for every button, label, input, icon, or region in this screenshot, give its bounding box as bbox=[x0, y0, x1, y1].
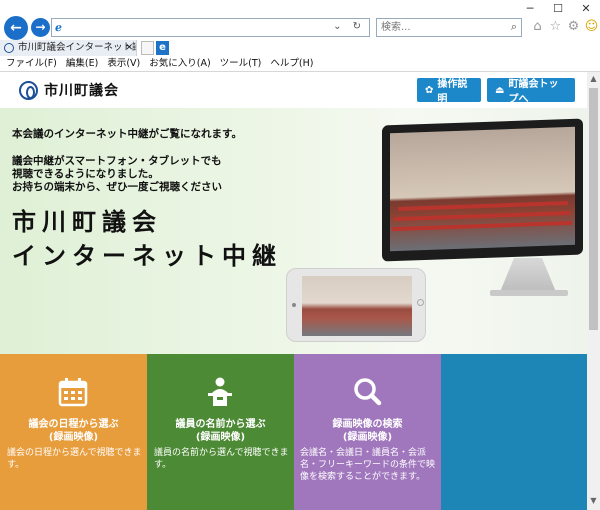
help-button-label: 操作説明 bbox=[437, 79, 468, 105]
menu-view[interactable]: 表示(V) bbox=[107, 57, 140, 71]
smiley-feedback-icon[interactable]: ☺ bbox=[584, 18, 599, 35]
tile-by-member[interactable]: 議員の名前から選ぶ (録画映像) 議員の名前から選んで視聴できます。 bbox=[147, 354, 294, 510]
tile-title: 議会の日程から選ぶ (録画映像) bbox=[0, 418, 147, 444]
scroll-thumb[interactable] bbox=[589, 88, 598, 330]
tile-title: 議員の名前から選ぶ (録画映像) bbox=[147, 418, 294, 444]
council-top-label: 町議会トップへ bbox=[508, 79, 559, 105]
tile-title: 録画映像の検索 (録画映像) bbox=[294, 418, 441, 444]
browser-toolbar-icons: ⌂ ☆ ⚙ ☺ bbox=[530, 18, 599, 35]
tile-by-schedule[interactable]: 議会の日程から選ぶ (録画映像) 議会の日程から選んで視聴できます。 bbox=[0, 354, 147, 510]
address-tools[interactable]: ⌄ ↻ bbox=[333, 21, 365, 32]
monitor-stand bbox=[500, 258, 556, 292]
favorites-star-icon[interactable]: ☆ bbox=[548, 18, 563, 35]
search-input[interactable] bbox=[377, 19, 487, 36]
tile-blank[interactable] bbox=[441, 354, 587, 510]
tile-description: 会議名・会議日・議員名・会派名・フリーキーワードの条件で映像を検索することができ… bbox=[300, 448, 436, 482]
seat-row bbox=[392, 220, 572, 232]
tile-title-line: 議員の名前から選ぶ bbox=[175, 419, 266, 430]
home-icon[interactable]: ⌂ bbox=[530, 18, 545, 35]
tile-search-video[interactable]: 録画映像の検索 (録画映像) 会議名・会議日・議員名・会派名・フリーキーワードの… bbox=[294, 354, 441, 510]
search-box[interactable]: ⌕ bbox=[376, 18, 522, 37]
arrow-left-icon: ← bbox=[10, 20, 22, 36]
ie-logo-icon[interactable]: e bbox=[156, 41, 169, 55]
hero-title-line: インターネット中継 bbox=[12, 242, 282, 270]
assembly-hall-image bbox=[390, 126, 575, 252]
hero-sub-line: 視聴できるようになりました。 bbox=[12, 168, 159, 180]
arrow-right-icon: → bbox=[35, 20, 46, 34]
tile-title-line: 録画映像の検索 bbox=[332, 419, 403, 430]
site-logo[interactable]: 市川町議会 bbox=[19, 80, 119, 100]
menu-file[interactable]: ファイル(F) bbox=[6, 57, 57, 71]
tile-description: 議員の名前から選んで視聴できます。 bbox=[154, 448, 289, 470]
menu-edit[interactable]: 編集(E) bbox=[66, 57, 98, 71]
back-button[interactable]: ← bbox=[4, 16, 28, 40]
phone-camera bbox=[292, 303, 296, 307]
menu-bar: ファイル(F) 編集(E) 表示(V) お気に入り(A) ツール(T) ヘルプ(… bbox=[0, 57, 600, 71]
site-favicon-icon bbox=[4, 43, 14, 53]
tile-title-line: (録画映像) bbox=[48, 432, 99, 443]
hero-sub-text: 議会中継がスマートフォン・タブレットでも 視聴できるようになりました。 お持ちの… bbox=[12, 155, 332, 194]
close-button[interactable]: ✕ bbox=[572, 0, 600, 18]
scroll-up-arrow-icon[interactable]: ▲ bbox=[587, 74, 600, 86]
menu-help[interactable]: ヘルプ(H) bbox=[270, 57, 313, 71]
tile-description: 議会の日程から選んで視聴できます。 bbox=[7, 448, 142, 470]
scroll-down-arrow-icon[interactable]: ▼ bbox=[587, 496, 600, 508]
site-header: 市川町議会 ✿ 操作説明 ⏏ 町議会トップへ bbox=[0, 72, 587, 108]
phone-hall-image bbox=[302, 276, 412, 336]
settings-gear-icon[interactable]: ⚙ bbox=[566, 18, 581, 35]
navigation-tiles: 議会の日程から選ぶ (録画映像) 議会の日程から選んで視聴できます。 議員の名前… bbox=[0, 354, 587, 510]
hero-title: 市川町議会 インターネット中継 bbox=[12, 205, 282, 273]
town-emblem-icon bbox=[19, 80, 38, 100]
hero-title-line: 市川町議会 bbox=[12, 208, 162, 236]
tab-title: 市川町議会インターネット議会... bbox=[18, 42, 136, 53]
maximize-button[interactable]: ☐ bbox=[544, 0, 572, 18]
seat-row bbox=[394, 210, 570, 222]
menu-favorites[interactable]: お気に入り(A) bbox=[149, 57, 210, 71]
browser-chrome: ─ ☐ ✕ ← → ℯ ⌄ ↻ ⌕ ⌂ ☆ ⚙ ☺ 市川町議会インターネット議会… bbox=[0, 0, 600, 72]
tab-bar: 市川町議会インターネット議会... ✕ e bbox=[0, 40, 600, 56]
tab-close-icon[interactable]: ✕ bbox=[125, 40, 133, 56]
window-controls: ─ ☐ ✕ bbox=[516, 0, 600, 18]
search-icon bbox=[354, 378, 382, 406]
council-top-button[interactable]: ⏏ 町議会トップへ bbox=[487, 78, 575, 105]
forward-button[interactable]: → bbox=[31, 18, 50, 37]
building-icon: ⏏ bbox=[495, 84, 505, 96]
new-tab-button[interactable] bbox=[141, 41, 154, 55]
help-button[interactable]: ✿ 操作説明 bbox=[417, 78, 481, 105]
phone-illustration bbox=[286, 268, 426, 342]
search-icon[interactable]: ⌕ bbox=[511, 20, 517, 34]
gear-icon: ✿ bbox=[425, 84, 434, 96]
tile-title-line: (録画映像) bbox=[342, 432, 393, 443]
phone-home-button bbox=[417, 299, 424, 306]
hero-sub-line: お持ちの端末から、ぜひ一度ご視聴ください bbox=[12, 181, 222, 193]
monitor-base bbox=[490, 290, 568, 296]
calendar-icon bbox=[58, 378, 88, 407]
ie-page-icon: ℯ bbox=[55, 21, 62, 34]
web-page: 市川町議会 ✿ 操作説明 ⏏ 町議会トップへ 本会議のインターネット中継がご覧に… bbox=[0, 72, 587, 510]
menu-tools[interactable]: ツール(T) bbox=[220, 57, 262, 71]
monitor-frame bbox=[382, 118, 583, 262]
speaker-podium-icon bbox=[208, 377, 232, 406]
tile-title-line: 議会の日程から選ぶ bbox=[28, 419, 119, 430]
site-name: 市川町議会 bbox=[44, 83, 119, 99]
hero-lead-text: 本会議のインターネット中継がご覧になれます。 bbox=[12, 128, 242, 140]
address-bar[interactable]: ℯ ⌄ ↻ bbox=[51, 18, 370, 37]
tab-current[interactable]: 市川町議会インターネット議会... ✕ bbox=[0, 40, 137, 56]
minimize-button[interactable]: ─ bbox=[516, 0, 544, 18]
vertical-scrollbar[interactable]: ▲ ▼ bbox=[587, 72, 600, 510]
seat-row bbox=[398, 201, 568, 211]
hero-sub-line: 議会中継がスマートフォン・タブレットでも bbox=[12, 155, 222, 167]
tile-title-line: (録画映像) bbox=[195, 432, 246, 443]
